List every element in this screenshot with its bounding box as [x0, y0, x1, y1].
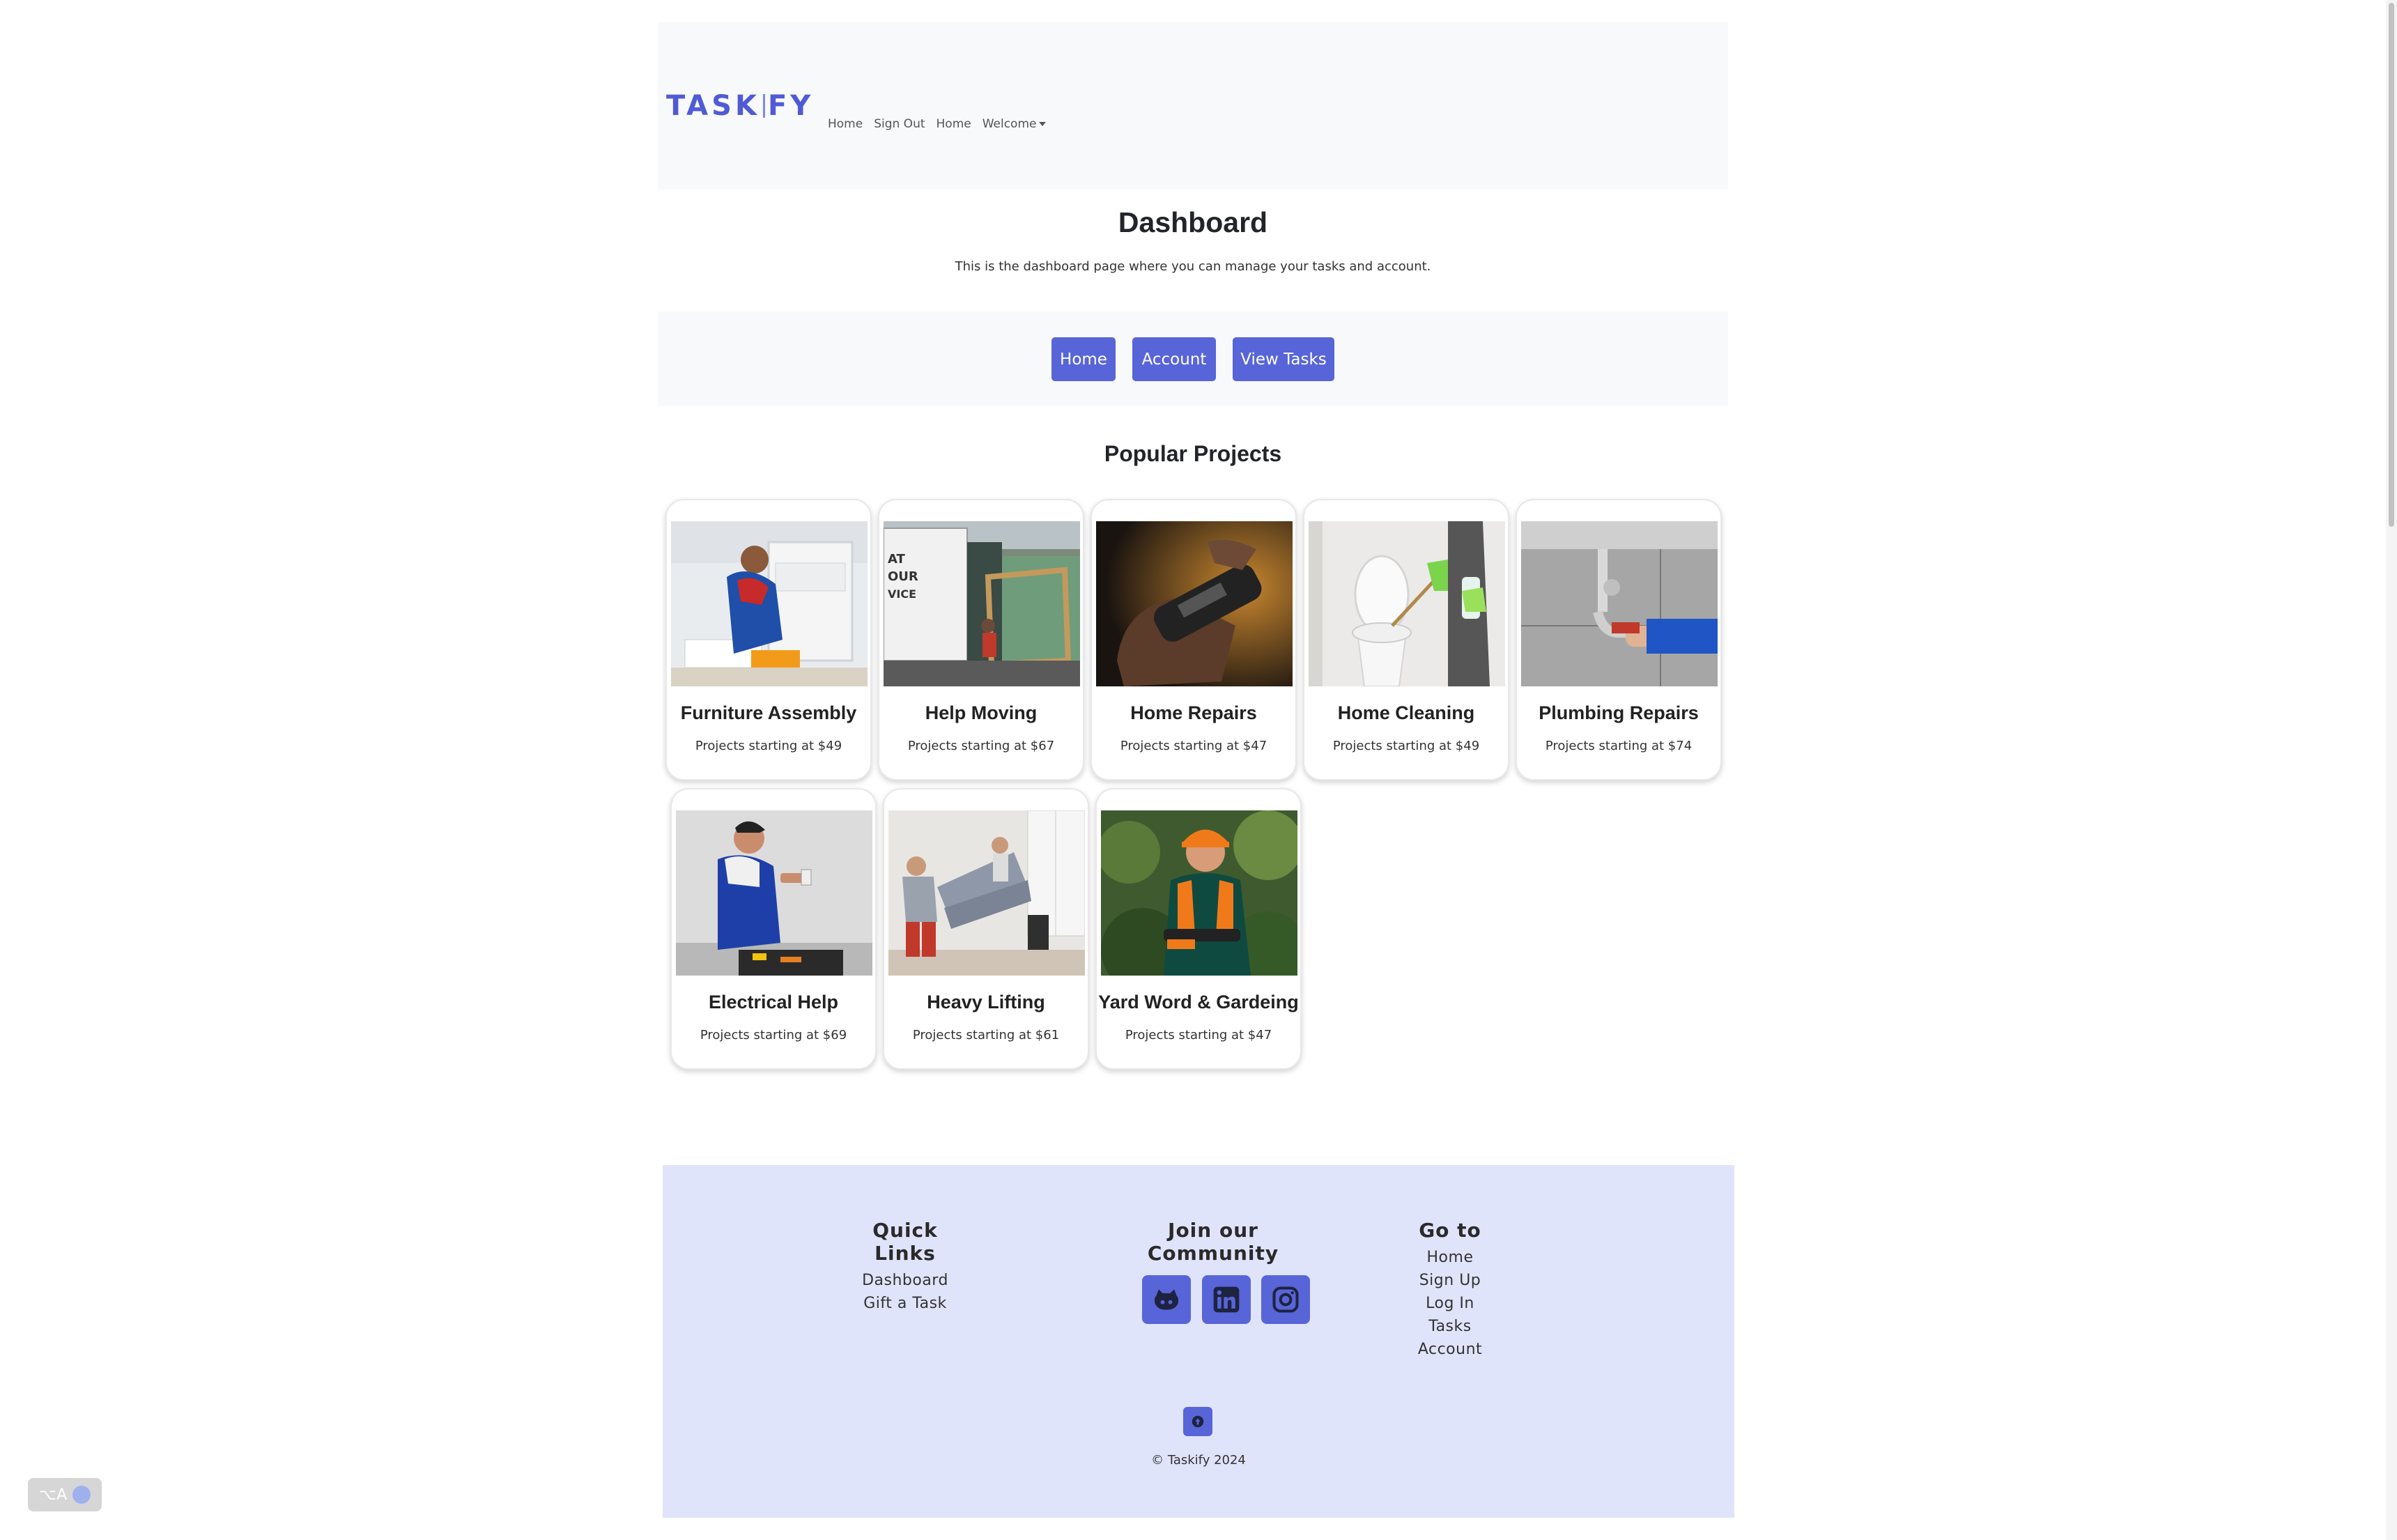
project-card-home-cleaning[interactable]: Home Cleaning Projects starting at $49 — [1303, 499, 1509, 780]
welcome-dropdown[interactable]: Welcome — [982, 117, 1047, 131]
navbar: TASK FY Home Sign Out Home Welcome — [658, 22, 1728, 190]
welcome-dropdown-label: Welcome — [982, 117, 1037, 131]
footer: Quick Links Dashboard Gift a Task Join o… — [663, 1165, 1734, 1518]
card-price: Projects starting at $69 — [700, 1028, 847, 1042]
view-tasks-button[interactable]: View Tasks — [1233, 337, 1334, 381]
project-card-yard-work-gardening[interactable]: Yard Word & Gardeing Projects starting a… — [1095, 788, 1302, 1070]
back-to-top-button[interactable] — [1183, 1407, 1212, 1436]
card-price: Projects starting at $74 — [1545, 739, 1693, 753]
project-card-heavy-lifting[interactable]: Heavy Lifting Projects starting at $61 — [883, 788, 1089, 1070]
footer-link-log-in[interactable]: Log In — [1394, 1292, 1506, 1315]
nav-links: Home Sign Out Home Welcome — [828, 117, 1047, 131]
footer-link-home[interactable]: Home — [1394, 1246, 1506, 1269]
card-title: Help Moving — [925, 702, 1038, 723]
card-title: Home Cleaning — [1337, 702, 1475, 723]
card-title: Home Repairs — [1130, 702, 1257, 723]
action-bar: Home Account View Tasks — [658, 311, 1728, 406]
language-widget[interactable]: ⌥A — [28, 1478, 102, 1511]
card-price: Projects starting at $61 — [912, 1028, 1060, 1042]
brand-logo[interactable]: TASK FY — [666, 88, 814, 124]
community-column: Join our Community — [1109, 1219, 1318, 1269]
scrollbar-thumb[interactable] — [2389, 3, 2394, 527]
github-icon[interactable] — [1142, 1275, 1191, 1324]
brand-text-left: TASK — [666, 90, 760, 122]
card-price: Projects starting at $47 — [1120, 739, 1267, 753]
quick-links-column: Quick Links Dashboard Gift a Task — [849, 1219, 961, 1315]
footer-link-sign-up[interactable]: Sign Up — [1394, 1269, 1506, 1292]
nav-link-home-2[interactable]: Home — [937, 117, 971, 131]
copyright: © Taskify 2024 — [1151, 1453, 1246, 1468]
translate-icon — [72, 1486, 91, 1504]
furniture-assembly-photo — [671, 521, 868, 686]
home-button[interactable]: Home — [1051, 337, 1116, 381]
language-widget-label: ⌥A — [38, 1486, 68, 1504]
card-price: Projects starting at $49 — [1332, 739, 1480, 753]
brand-text-right: FY — [767, 90, 815, 122]
footer-link-gift-a-task[interactable]: Gift a Task — [849, 1292, 961, 1315]
project-card-plumbing-repairs[interactable]: Plumbing Repairs Projects starting at $7… — [1516, 499, 1722, 780]
card-title: Heavy Lifting — [927, 992, 1045, 1012]
svg-text:VICE: VICE — [888, 587, 916, 601]
home-repairs-photo — [1096, 521, 1293, 686]
card-title: Furniture Assembly — [680, 702, 857, 723]
goto-heading: Go to — [1419, 1219, 1481, 1242]
goto-column: Go to Home Sign Up Log In Tasks Account — [1394, 1219, 1506, 1361]
popular-projects-title: Popular Projects — [1104, 441, 1282, 466]
heavy-lifting-photo — [888, 810, 1085, 976]
card-title: Electrical Help — [708, 992, 839, 1012]
brand-divider — [762, 94, 765, 118]
community-heading: Join our Community — [1147, 1219, 1279, 1265]
footer-link-dashboard[interactable]: Dashboard — [849, 1269, 961, 1292]
yard-work-photo — [1101, 810, 1297, 976]
nav-link-home[interactable]: Home — [828, 117, 863, 131]
help-moving-photo: AT OUR VICE — [884, 521, 1080, 686]
svg-text:OUR: OUR — [888, 569, 918, 584]
page-subtitle: This is the dashboard page where you can… — [955, 259, 1431, 274]
footer-link-tasks[interactable]: Tasks — [1394, 1315, 1506, 1338]
account-button[interactable]: Account — [1132, 337, 1216, 381]
quick-links-heading: Quick Links — [872, 1219, 938, 1265]
arrow-up-circle-icon — [1192, 1415, 1204, 1428]
project-card-furniture-assembly[interactable]: Furniture Assembly Projects starting at … — [665, 499, 872, 780]
plumbing-repairs-photo — [1521, 521, 1718, 686]
card-title: Yard Word & Gardeing — [1098, 992, 1299, 1012]
card-price: Projects starting at $67 — [907, 739, 1055, 753]
caret-down-icon — [1039, 122, 1047, 126]
svg-text:AT: AT — [888, 552, 906, 567]
card-price: Projects starting at $47 — [1125, 1028, 1272, 1042]
card-price: Projects starting at $49 — [695, 739, 842, 753]
project-card-electrical-help[interactable]: Electrical Help Projects starting at $69 — [670, 788, 877, 1070]
page-title: Dashboard — [1118, 206, 1268, 238]
card-title: Plumbing Repairs — [1539, 702, 1699, 723]
nav-link-sign-out[interactable]: Sign Out — [874, 117, 925, 131]
home-cleaning-photo — [1309, 521, 1505, 686]
instagram-icon[interactable] — [1261, 1275, 1310, 1324]
electrical-help-photo — [676, 810, 872, 976]
project-card-home-repairs[interactable]: Home Repairs Projects starting at $47 — [1090, 499, 1297, 780]
project-card-help-moving[interactable]: AT OUR VICE Help Moving Projects startin… — [878, 499, 1084, 780]
footer-link-account[interactable]: Account — [1394, 1338, 1506, 1361]
linkedin-icon[interactable] — [1202, 1275, 1251, 1324]
